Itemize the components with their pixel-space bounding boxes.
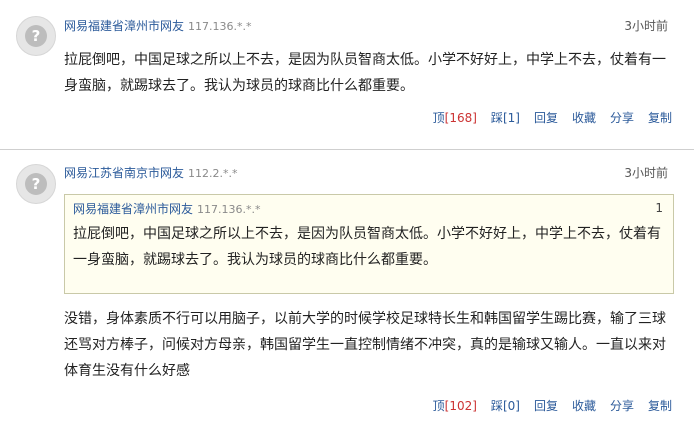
upvote-count: [102] [444, 399, 477, 413]
copy-button[interactable]: 复制 [648, 110, 672, 126]
comment-text: 拉屁倒吧，中国足球之所以上不去，是因为队员智商太低。小学不好好上，中学上不去，仗… [64, 52, 666, 94]
ip-address: 112.2.*.* [188, 167, 238, 180]
comment-actions: 顶[102] 踩[0] 回复 收藏 分享 复制 [433, 398, 672, 414]
share-button[interactable]: 分享 [610, 398, 634, 414]
downvote-label: 踩 [490, 399, 503, 413]
upvote-label: 顶 [432, 111, 445, 125]
timestamp: 3小时前 [624, 166, 668, 180]
upvote-label: 顶 [432, 399, 445, 413]
share-button[interactable]: 分享 [610, 110, 634, 126]
reply-button[interactable]: 回复 [534, 110, 558, 126]
comment-item: ? 网易江苏省南京市网友 112.2.*.* 3小时前 网易福建省漳州市网友 117… [0, 150, 694, 428]
quote-ip-address: 117.136.*.* [197, 203, 261, 216]
question-mark-icon: ? [25, 25, 47, 47]
comment-meta: 网易福建省漳州市网友 117.136.*.* [64, 18, 252, 35]
downvote-button[interactable]: 踩[1] [491, 110, 520, 126]
avatar[interactable]: ? [16, 16, 56, 56]
favorite-button[interactable]: 收藏 [572, 398, 596, 414]
downvote-count: [1] [502, 111, 520, 125]
ip-address: 117.136.*.* [188, 20, 252, 33]
floor-number: 1 [655, 201, 663, 215]
comment-meta: 网易江苏省南京市网友 112.2.*.* [64, 165, 238, 182]
upvote-count: [168] [444, 111, 477, 125]
downvote-count: [0] [502, 399, 520, 413]
comment-item: ? 网易福建省漳州市网友 117.136.*.* 3小时前 拉屁倒吧，中国足球之所… [0, 0, 694, 150]
quote-meta: 网易福建省漳州市网友 117.136.*.* [73, 201, 261, 218]
reply-button[interactable]: 回复 [534, 398, 558, 414]
downvote-label: 踩 [490, 111, 503, 125]
quote-text: 拉屁倒吧，中国足球之所以上不去，是因为队员智商太低。小学不好好上，中学上不去，仗… [73, 226, 661, 268]
comment-actions: 顶[168] 踩[1] 回复 收藏 分享 复制 [433, 110, 672, 126]
copy-button[interactable]: 复制 [648, 398, 672, 414]
quote-username-link[interactable]: 网易福建省漳州市网友 [73, 202, 193, 216]
upvote-button[interactable]: 顶[168] [433, 110, 477, 126]
timestamp: 3小时前 [624, 19, 668, 33]
avatar[interactable]: ? [16, 164, 56, 204]
username-link[interactable]: 网易江苏省南京市网友 [64, 166, 184, 180]
question-mark-icon: ? [25, 173, 47, 195]
quoted-comment: 网易福建省漳州市网友 117.136.*.* 1 拉屁倒吧，中国足球之所以上不去，… [64, 194, 674, 294]
favorite-button[interactable]: 收藏 [572, 110, 596, 126]
username-link[interactable]: 网易福建省漳州市网友 [64, 19, 184, 33]
downvote-button[interactable]: 踩[0] [491, 398, 520, 414]
comment-text: 没错，身体素质不行可以用脑子，以前大学的时候学校足球特长生和韩国留学生踢比赛，输… [64, 311, 666, 379]
upvote-button[interactable]: 顶[102] [433, 398, 477, 414]
